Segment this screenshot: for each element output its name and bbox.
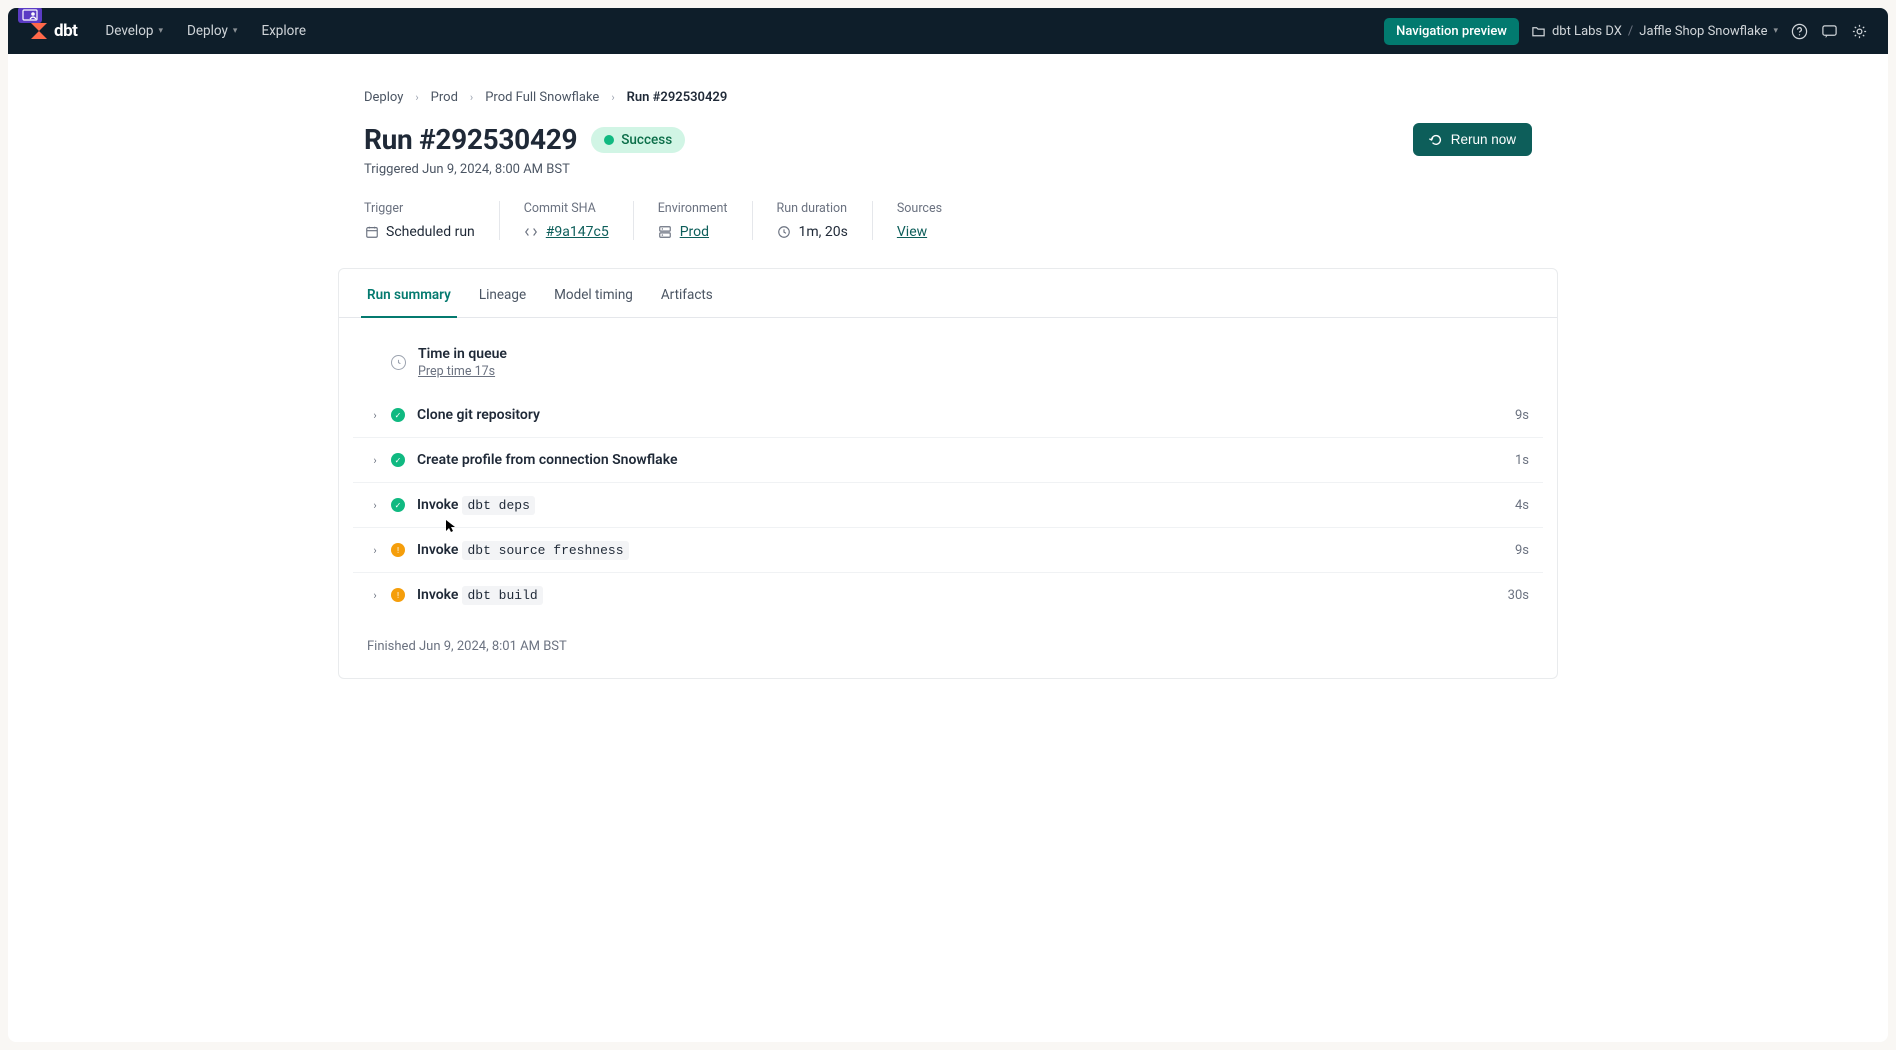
check-icon: ✓ bbox=[391, 408, 405, 422]
meta-trigger-value: Scheduled run bbox=[386, 224, 475, 240]
meta-trigger-label: Trigger bbox=[364, 201, 475, 216]
clock-small-icon bbox=[391, 355, 406, 370]
step-duration: 4s bbox=[1515, 498, 1529, 513]
page-title: Run #292530429 bbox=[364, 123, 577, 156]
sources-view-link[interactable]: View bbox=[897, 224, 927, 240]
chevron-right-icon[interactable]: › bbox=[367, 544, 383, 557]
logo-text: dbt bbox=[54, 21, 77, 41]
chevron-right-icon[interactable]: › bbox=[367, 454, 383, 467]
dbt-logo[interactable]: dbt bbox=[28, 20, 77, 42]
step-row[interactable]: › ✓ Clone git repository9s bbox=[353, 393, 1543, 438]
queue-prep-time[interactable]: Prep time 17s bbox=[418, 364, 507, 379]
breadcrumb-prod[interactable]: Prod bbox=[431, 90, 458, 105]
tab-model-timing[interactable]: Model timing bbox=[554, 287, 633, 317]
meta-duration-label: Run duration bbox=[777, 201, 848, 216]
step-duration: 9s bbox=[1515, 543, 1529, 558]
step-row[interactable]: ›! Invokedbt build30s bbox=[353, 573, 1543, 617]
chevron-right-icon: › bbox=[415, 91, 418, 104]
meta-commit-label: Commit SHA bbox=[524, 201, 609, 216]
environment-link[interactable]: Prod bbox=[680, 224, 709, 240]
nav-items: Develop ▾ Deploy ▾ Explore bbox=[105, 23, 306, 39]
step-row[interactable]: › ✓ Invokedbt deps4s bbox=[353, 483, 1543, 528]
nav-explore[interactable]: Explore bbox=[261, 23, 306, 39]
status-badge: Success bbox=[591, 127, 685, 153]
chevron-down-icon: ▾ bbox=[1773, 26, 1778, 36]
check-icon: ✓ bbox=[391, 453, 405, 467]
step-title: Clone git repository bbox=[417, 407, 1515, 423]
queue-title: Time in queue bbox=[418, 346, 507, 362]
tab-lineage[interactable]: Lineage bbox=[479, 287, 526, 317]
breadcrumb-job[interactable]: Prod Full Snowflake bbox=[485, 90, 599, 105]
code-icon bbox=[524, 225, 539, 240]
step-title: Invokedbt source freshness bbox=[417, 542, 1515, 558]
nav-develop[interactable]: Develop ▾ bbox=[105, 23, 163, 39]
nav-deploy[interactable]: Deploy ▾ bbox=[187, 23, 237, 39]
browser-tab-icon bbox=[18, 8, 42, 23]
account-project-switcher[interactable]: dbt Labs DX / Jaffle Shop Snowflake ▾ bbox=[1531, 24, 1778, 39]
refresh-icon bbox=[1429, 133, 1443, 147]
meta-duration-value: 1m, 20s bbox=[799, 224, 848, 240]
calendar-icon bbox=[364, 225, 379, 240]
commit-sha-link[interactable]: #9a147c5 bbox=[546, 224, 609, 240]
step-title: Invokedbt build bbox=[417, 587, 1508, 603]
meta-sources-label: Sources bbox=[897, 201, 942, 216]
meta-env-label: Environment bbox=[658, 201, 728, 216]
chevron-down-icon: ▾ bbox=[159, 26, 164, 36]
chevron-right-icon: › bbox=[470, 91, 473, 104]
step-duration: 9s bbox=[1515, 408, 1529, 423]
logo-mark-icon bbox=[28, 20, 50, 42]
rerun-button[interactable]: Rerun now bbox=[1413, 123, 1532, 156]
step-duration: 30s bbox=[1508, 588, 1529, 603]
tab-run-summary[interactable]: Run summary bbox=[367, 287, 451, 317]
finished-timestamp: Finished Jun 9, 2024, 8:01 AM BST bbox=[339, 623, 1557, 678]
check-icon: ✓ bbox=[391, 498, 405, 512]
breadcrumb-current: Run #292530429 bbox=[627, 90, 728, 105]
breadcrumb: Deploy › Prod › Prod Full Snowflake › Ru… bbox=[364, 90, 1532, 105]
breadcrumb-deploy[interactable]: Deploy bbox=[364, 90, 403, 105]
navigation-preview-button[interactable]: Navigation preview bbox=[1384, 18, 1519, 45]
top-navigation: dbt Develop ▾ Deploy ▾ Explore Navigatio… bbox=[8, 8, 1888, 54]
step-list: Time in queue Prep time 17s › ✓ Clone git … bbox=[339, 318, 1557, 623]
warning-icon: ! bbox=[391, 588, 405, 602]
clock-icon bbox=[777, 225, 792, 240]
chevron-right-icon[interactable]: › bbox=[367, 589, 383, 602]
step-title: Invokedbt deps bbox=[417, 497, 1515, 513]
chevron-down-icon: ▾ bbox=[233, 26, 238, 36]
step-title: Create profile from connection Snowflake bbox=[417, 452, 1515, 468]
step-row[interactable]: ›! Invokedbt source freshness9s bbox=[353, 528, 1543, 573]
folder-icon bbox=[1531, 24, 1546, 39]
help-icon[interactable] bbox=[1790, 22, 1808, 40]
chevron-right-icon[interactable]: › bbox=[367, 409, 383, 422]
step-duration: 1s bbox=[1515, 453, 1529, 468]
chevron-right-icon[interactable]: › bbox=[367, 499, 383, 512]
time-in-queue-row: Time in queue Prep time 17s bbox=[353, 336, 1543, 393]
tab-artifacts[interactable]: Artifacts bbox=[661, 287, 713, 317]
server-icon bbox=[658, 225, 673, 240]
status-dot-icon bbox=[604, 135, 614, 145]
chevron-right-icon: › bbox=[611, 91, 614, 104]
run-summary-panel: Run summary Lineage Model timing Artifac… bbox=[338, 268, 1558, 679]
settings-icon[interactable] bbox=[1850, 22, 1868, 40]
chat-icon[interactable] bbox=[1820, 22, 1838, 40]
warning-icon: ! bbox=[391, 543, 405, 557]
triggered-timestamp: Triggered Jun 9, 2024, 8:00 AM BST bbox=[364, 162, 1532, 177]
run-meta: Trigger Scheduled run Commit SHA bbox=[364, 201, 1532, 240]
step-row[interactable]: › ✓ Create profile from connection Snowfla… bbox=[353, 438, 1543, 483]
panel-tabs: Run summary Lineage Model timing Artifac… bbox=[339, 269, 1557, 318]
